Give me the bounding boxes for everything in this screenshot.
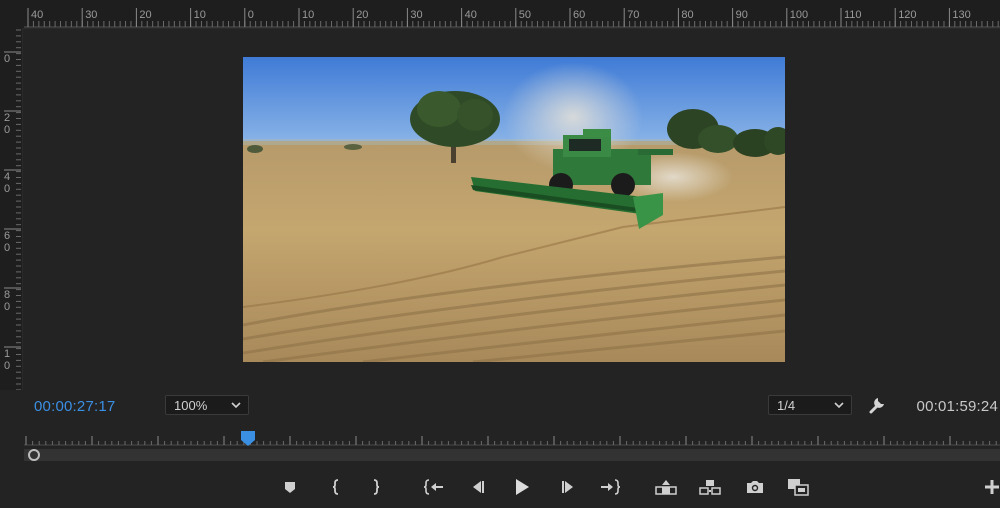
step-back-button[interactable] [464,473,492,501]
ruler-label: 100 [790,9,808,21]
zoom-level-select[interactable]: 100% [165,395,249,415]
button-editor-button[interactable] [978,473,1000,501]
chevron-down-icon [834,402,844,409]
vertical-ruler: 02040608010 [0,28,23,390]
program-monitor-video-frame[interactable] [243,57,785,362]
mark-out-icon [373,479,380,495]
step-forward-button[interactable] [554,473,582,501]
ruler-label: 0 [4,301,10,313]
ruler-label: 4 [4,171,10,183]
ruler-label: 10 [302,9,314,21]
time-ruler[interactable] [24,430,1000,448]
ruler-label: 130 [952,9,970,21]
ruler-label: 2 [4,112,10,124]
mark-out-button[interactable] [362,473,390,501]
lift-button[interactable] [652,473,680,501]
ruler-label: 110 [844,9,862,21]
extract-icon [699,480,721,495]
wrench-icon[interactable] [866,394,888,416]
ruler-label: 20 [139,9,151,21]
ruler-label: 50 [519,9,531,21]
ruler-label: 0 [4,183,10,195]
zoom-level-value: 100% [174,398,208,413]
current-timecode[interactable]: 00:00:27:17 [34,398,115,415]
ruler-label: 30 [85,9,97,21]
ruler-label: 40 [31,9,43,21]
ruler-label: 0 [4,360,10,372]
go-to-in-icon [423,479,443,495]
playhead-handle[interactable] [239,430,257,448]
ruler-label: 30 [410,9,422,21]
export-frame-button[interactable] [741,473,769,501]
ruler-label: 80 [681,9,693,21]
zoom-scrollbar-handle[interactable] [28,449,40,461]
zoom-scrollbar[interactable] [24,449,1000,461]
harvester-field-image [243,57,785,362]
ruler-label: 20 [356,9,368,21]
ruler-label: 90 [736,9,748,21]
step-forward-icon [562,481,573,493]
ruler-label: 120 [898,9,916,21]
step-back-icon [473,481,484,493]
go-to-out-button[interactable] [596,473,624,501]
horizontal-ruler: 40 30 20 10 0 10 20 30 40 50 60 70 80 90 100 110 120 130 [0,0,1000,29]
playback-resolution-value: 1/4 [777,398,796,413]
mark-in-icon [332,479,339,495]
marker-icon [285,482,295,493]
plus-icon [985,480,999,494]
ruler-label: 40 [465,9,477,21]
go-to-in-button[interactable] [420,473,448,501]
lift-icon [655,480,677,495]
comparison-view-icon [788,479,809,496]
ruler-label: 0 [4,242,10,254]
comparison-view-button[interactable] [784,473,812,501]
ruler-label: 6 [4,230,10,242]
add-marker-button[interactable] [276,473,304,501]
vertical-ruler-ticks: 02040608010 [4,29,21,390]
ruler-label: 0 [4,124,10,136]
ruler-label: 1 [4,348,10,360]
duration-timecode: 00:01:59:24 [916,398,998,415]
mark-in-button[interactable] [322,473,350,501]
ruler-label: 8 [4,289,10,301]
ruler-label: 0 [4,53,10,65]
extract-button[interactable] [696,473,724,501]
go-to-out-icon [601,479,621,495]
ruler-label: 10 [194,9,206,21]
camera-icon [747,481,763,493]
horizontal-ruler-ticks: 40 30 20 10 0 10 20 30 40 50 60 70 80 90 100 110 120 130 [24,8,1000,28]
chevron-down-icon [231,402,241,409]
playback-resolution-select[interactable]: 1/4 [768,395,852,415]
ruler-label: 70 [627,9,639,21]
play-icon [516,479,529,495]
play-button[interactable] [508,473,536,501]
ruler-label: 0 [248,9,254,21]
transport-controls [0,473,1000,501]
ruler-label: 60 [573,9,585,21]
